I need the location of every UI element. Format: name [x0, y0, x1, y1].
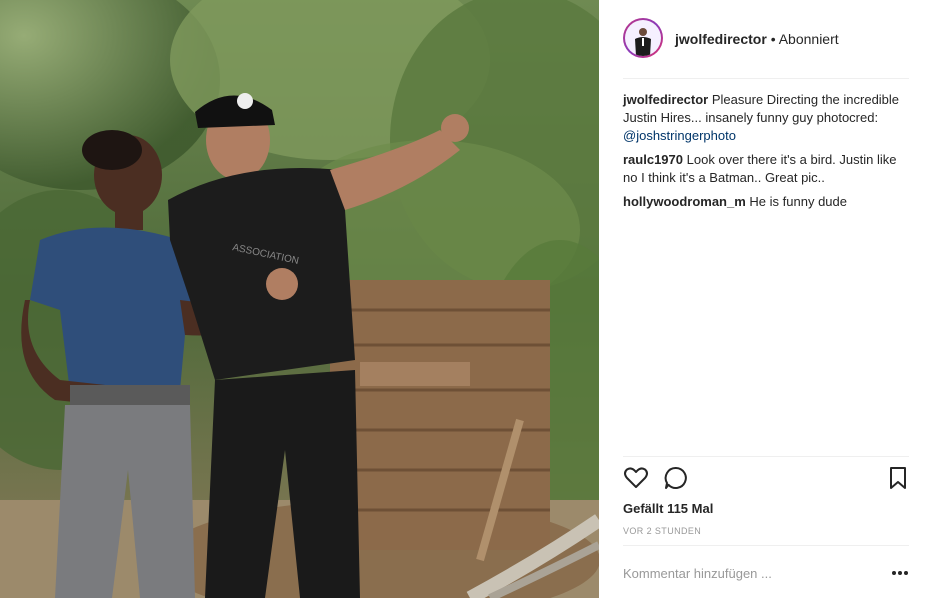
list-item: hollywoodroman_m He is funny dude: [623, 193, 909, 211]
post-header-text: jwolfedirector • Abonniert: [675, 31, 839, 47]
username-link[interactable]: jwolfedirector: [675, 31, 767, 47]
header-divider: [623, 78, 909, 79]
action-bar: [623, 465, 909, 493]
comment-icon[interactable]: [663, 465, 689, 491]
post-image-illustration: ASSOCIATION: [0, 0, 599, 598]
comment-username[interactable]: raulc1970: [623, 152, 683, 167]
caption-comment: jwolfedirector Pleasure Directing the in…: [623, 91, 909, 145]
likes-count[interactable]: Gefällt 115 Mal: [623, 501, 713, 516]
comments-list: jwolfedirector Pleasure Directing the in…: [623, 91, 909, 217]
actions-divider: [623, 456, 909, 457]
more-options-icon[interactable]: [891, 568, 909, 578]
comment-input-divider: [623, 545, 909, 546]
heart-icon[interactable]: [623, 465, 649, 491]
comment-text: He is funny dude: [749, 194, 847, 209]
post-side-panel: jwolfedirector • Abonniert jwolfedirecto…: [599, 0, 933, 598]
instagram-post-view: ASSOCIATION jwolfedirector • Abonniert j…: [0, 0, 933, 598]
comment-username[interactable]: hollywoodroman_m: [623, 194, 746, 209]
avatar[interactable]: [623, 18, 663, 58]
bookmark-icon[interactable]: [885, 465, 911, 491]
post-photo[interactable]: ASSOCIATION: [0, 0, 599, 598]
list-item: raulc1970 Look over there it's a bird. J…: [623, 151, 909, 187]
follow-status[interactable]: Abonniert: [779, 31, 839, 47]
post-timestamp[interactable]: VOR 2 STUNDEN: [623, 526, 701, 536]
separator-dot: •: [770, 31, 776, 47]
comment-username[interactable]: jwolfedirector: [623, 92, 708, 107]
mention-link[interactable]: @joshstringerphoto: [623, 128, 736, 143]
add-comment-input[interactable]: Kommentar hinzufügen ...: [623, 566, 772, 581]
avatar-person-icon: [635, 28, 651, 56]
post-header: jwolfedirector • Abonniert: [599, 0, 933, 78]
avatar-image: [625, 20, 661, 56]
